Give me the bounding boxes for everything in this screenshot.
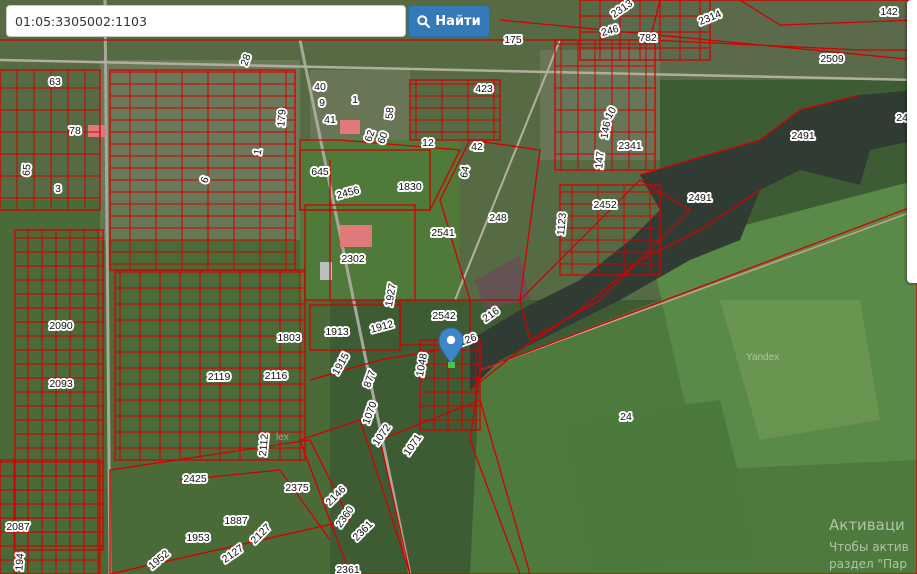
parcel-label[interactable]: 2375 bbox=[283, 480, 311, 496]
parcel-label[interactable]: 194 bbox=[11, 551, 28, 574]
parcel-label[interactable]: 40 bbox=[312, 79, 328, 95]
parcel-label[interactable]: 2361 bbox=[334, 562, 362, 574]
parcel-label[interactable]: 1913 bbox=[323, 324, 351, 340]
parcel-label[interactable]: 2112 bbox=[255, 431, 273, 459]
parcel-label[interactable]: 2087 bbox=[4, 519, 32, 535]
cadastral-map[interactable]: 1422313 2314246 78217525092863 40942341158 1… bbox=[0, 0, 917, 574]
parcel-label[interactable]: 645 bbox=[309, 164, 331, 180]
parcel-label[interactable]: 147 bbox=[591, 149, 608, 172]
parcel-label[interactable]: 782 bbox=[637, 30, 659, 46]
parcel-label[interactable]: 1 bbox=[350, 92, 360, 108]
parcel-label[interactable]: 41 bbox=[322, 112, 338, 128]
parcel-label[interactable]: 9 bbox=[317, 95, 327, 111]
parcel-label[interactable]: 1803 bbox=[275, 330, 303, 346]
parcel-label[interactable]: 2491 bbox=[686, 190, 714, 206]
parcel-label[interactable]: 63 bbox=[47, 74, 63, 90]
parcel-label[interactable]: 2509 bbox=[818, 51, 846, 67]
cadastral-number-search-input[interactable] bbox=[6, 5, 406, 37]
parcel-label[interactable]: 179 bbox=[273, 107, 290, 130]
parcel-label[interactable]: 58 bbox=[382, 105, 399, 122]
parcel-label[interactable]: 423 bbox=[473, 81, 495, 97]
find-button-label: Найти bbox=[435, 13, 481, 29]
parcel-label[interactable]: 248 bbox=[487, 210, 509, 226]
parcel-label[interactable]: 2302 bbox=[339, 251, 367, 267]
parcel-label[interactable]: 2452 bbox=[591, 197, 619, 213]
parcel-label[interactable]: 1953 bbox=[184, 530, 212, 546]
parcel-label[interactable]: 1830 bbox=[396, 179, 424, 195]
search-icon bbox=[417, 14, 431, 28]
parcel-label[interactable]: 2090 bbox=[47, 318, 75, 334]
parcel-label[interactable]: 1123 bbox=[553, 210, 571, 238]
parcel-label[interactable]: 2542 bbox=[430, 308, 458, 324]
parcel-label[interactable]: 2116 bbox=[263, 368, 290, 384]
parcel-label[interactable]: 142 bbox=[878, 4, 900, 20]
parcel-label[interactable]: 78 bbox=[67, 123, 83, 139]
parcel-label[interactable]: 12 bbox=[420, 135, 436, 151]
parcel-label[interactable]: 2119 bbox=[206, 369, 233, 385]
parcel-label[interactable]: 65 bbox=[19, 162, 36, 179]
parcel-label[interactable]: 2541 bbox=[429, 225, 457, 241]
parcel-label[interactable]: 2341 bbox=[616, 138, 644, 154]
find-button[interactable]: Найти bbox=[408, 5, 490, 37]
side-panel-tab[interactable] bbox=[907, 0, 917, 283]
parcel-label[interactable]: 24 bbox=[618, 409, 634, 425]
parcel-label[interactable]: 2093 bbox=[47, 376, 75, 392]
parcel-label[interactable]: 2425 bbox=[181, 471, 209, 487]
parcel-label[interactable]: 1887 bbox=[222, 513, 250, 529]
parcel-label[interactable]: 3 bbox=[53, 181, 63, 197]
parcel-label[interactable]: 64 bbox=[456, 163, 474, 181]
parcel-label[interactable]: 42 bbox=[469, 139, 485, 155]
parcel-label[interactable]: 2491 bbox=[789, 128, 817, 144]
parcel-label[interactable]: 175 bbox=[502, 32, 524, 48]
